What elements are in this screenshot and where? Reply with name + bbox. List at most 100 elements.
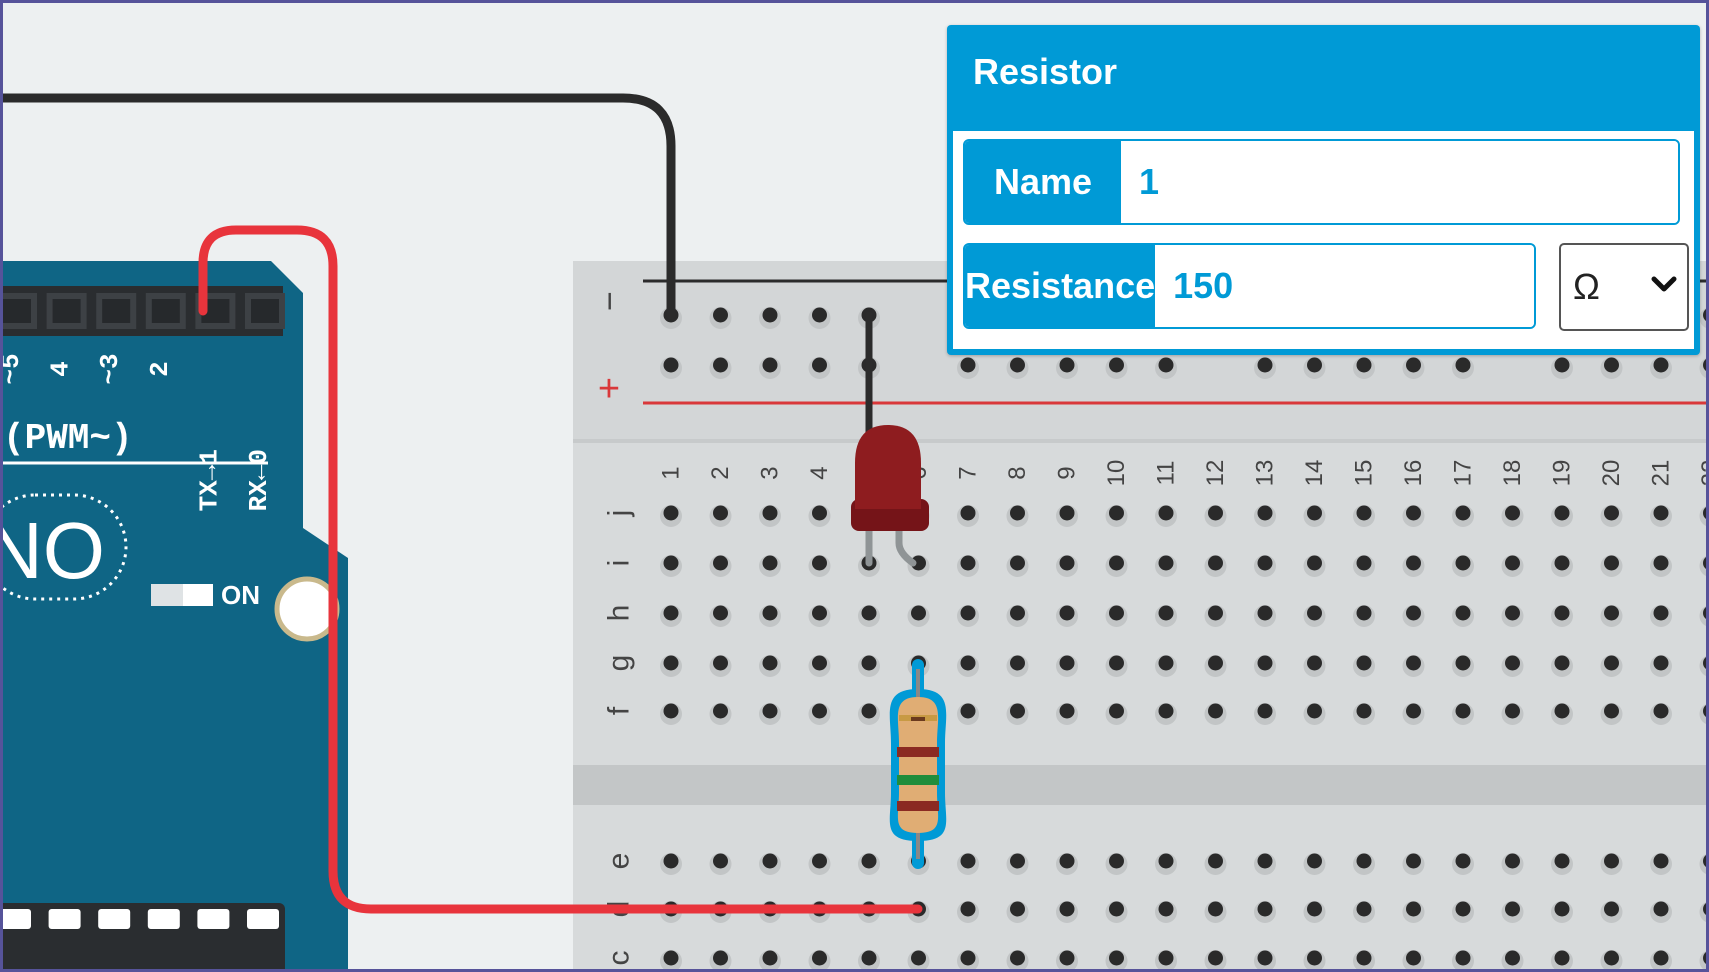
breadboard-hole[interactable] [1204, 505, 1227, 527]
breadboard-hole[interactable] [1551, 703, 1573, 725]
breadboard-hole[interactable] [1056, 703, 1078, 725]
breadboard-hole[interactable] [1650, 655, 1672, 677]
breadboard-hole[interactable] [1353, 505, 1375, 527]
breadboard-hole[interactable] [660, 703, 682, 725]
breadboard-hole[interactable] [1402, 703, 1425, 725]
breadboard-hole[interactable] [1402, 655, 1425, 677]
power-pin[interactable] [3, 909, 31, 929]
breadboard-hole[interactable] [1155, 505, 1177, 527]
breadboard-hole[interactable] [1254, 605, 1276, 627]
breadboard-hole[interactable] [1353, 853, 1375, 875]
breadboard-hole[interactable] [1056, 605, 1078, 627]
breadboard-hole[interactable] [1303, 555, 1326, 577]
breadboard-hole[interactable] [1600, 357, 1623, 379]
breadboard-hole[interactable] [759, 555, 781, 577]
breadboard-hole[interactable] [1452, 703, 1474, 725]
breadboard-hole[interactable] [1254, 901, 1276, 923]
breadboard-hole[interactable] [1402, 901, 1425, 923]
breadboard-hole[interactable] [1600, 655, 1623, 677]
header-pin[interactable] [3, 293, 37, 329]
breadboard-hole[interactable] [957, 555, 979, 577]
breadboard-hole[interactable] [1600, 605, 1623, 627]
power-pin[interactable] [147, 909, 180, 929]
breadboard-hole[interactable] [1006, 555, 1029, 577]
breadboard-hole[interactable] [1105, 703, 1128, 725]
breadboard-hole[interactable] [808, 703, 831, 725]
breadboard-hole[interactable] [1600, 505, 1623, 527]
breadboard-hole[interactable] [1650, 505, 1672, 527]
breadboard-hole[interactable] [1155, 703, 1177, 725]
breadboard-hole[interactable] [1303, 357, 1326, 379]
breadboard-hole[interactable] [1551, 555, 1573, 577]
breadboard-hole[interactable] [1056, 901, 1078, 923]
breadboard-hole[interactable] [1650, 357, 1672, 379]
breadboard-hole[interactable] [1650, 555, 1672, 577]
breadboard-hole[interactable] [1452, 357, 1474, 379]
breadboard-hole[interactable] [660, 555, 682, 577]
breadboard-hole[interactable] [1254, 655, 1276, 677]
breadboard-hole[interactable] [1650, 703, 1672, 725]
breadboard-hole[interactable] [1650, 901, 1672, 923]
breadboard-hole[interactable] [957, 505, 979, 527]
breadboard-hole[interactable] [660, 357, 682, 379]
breadboard-hole[interactable] [907, 605, 930, 627]
breadboard-hole[interactable] [1006, 505, 1029, 527]
breadboard-hole[interactable] [1452, 901, 1474, 923]
breadboard-hole[interactable] [957, 901, 979, 923]
breadboard-hole[interactable] [957, 853, 979, 875]
breadboard-hole[interactable] [957, 703, 979, 725]
breadboard-hole[interactable] [808, 655, 831, 677]
breadboard-hole[interactable] [709, 605, 732, 627]
breadboard-hole[interactable] [1105, 555, 1128, 577]
breadboard-hole[interactable] [1204, 605, 1227, 627]
breadboard-hole[interactable] [1204, 703, 1227, 725]
breadboard-hole[interactable] [1402, 555, 1425, 577]
breadboard-hole[interactable] [709, 357, 732, 379]
breadboard-hole[interactable] [1155, 605, 1177, 627]
breadboard-hole[interactable] [1353, 703, 1375, 725]
breadboard-hole[interactable] [808, 307, 831, 329]
breadboard-hole[interactable] [1551, 505, 1573, 527]
breadboard-hole[interactable] [1600, 703, 1623, 725]
breadboard-hole[interactable] [1204, 555, 1227, 577]
canvas-area[interactable]: − + 12345678910111213141516171819202122 … [3, 3, 1706, 969]
breadboard-hole[interactable] [709, 655, 732, 677]
breadboard-hole[interactable] [1006, 853, 1029, 875]
name-input[interactable] [1121, 141, 1678, 223]
resistance-input[interactable] [1155, 245, 1534, 327]
breadboard-hole[interactable] [1650, 605, 1672, 627]
breadboard-hole[interactable] [660, 655, 682, 677]
breadboard-hole[interactable] [1155, 655, 1177, 677]
breadboard-hole[interactable] [709, 853, 732, 875]
breadboard-hole[interactable] [1155, 853, 1177, 875]
breadboard-hole[interactable] [660, 853, 682, 875]
breadboard-hole[interactable] [1551, 655, 1573, 677]
breadboard-hole[interactable] [957, 357, 979, 379]
breadboard-hole[interactable] [709, 703, 732, 725]
breadboard-hole[interactable] [1452, 505, 1474, 527]
breadboard-hole[interactable] [1303, 505, 1326, 527]
breadboard-hole[interactable] [759, 605, 781, 627]
breadboard-hole[interactable] [1353, 901, 1375, 923]
breadboard-hole[interactable] [1155, 357, 1177, 379]
breadboard-hole[interactable] [1303, 901, 1326, 923]
breadboard-hole[interactable] [1650, 853, 1672, 875]
breadboard-hole[interactable] [1402, 357, 1425, 379]
breadboard-hole[interactable] [808, 853, 831, 875]
breadboard-hole[interactable] [1501, 605, 1524, 627]
breadboard-hole[interactable] [1006, 703, 1029, 725]
breadboard-hole[interactable] [709, 505, 732, 527]
breadboard-hole[interactable] [1353, 555, 1375, 577]
breadboard-hole[interactable] [808, 555, 831, 577]
power-pin[interactable] [48, 909, 81, 929]
header-pin[interactable] [46, 293, 87, 329]
breadboard-hole[interactable] [1006, 357, 1029, 379]
breadboard-hole[interactable] [1501, 703, 1524, 725]
breadboard-hole[interactable] [1303, 703, 1326, 725]
breadboard-hole[interactable] [1204, 655, 1227, 677]
unit-select[interactable]: Ω [1559, 243, 1689, 331]
header-pin[interactable] [96, 293, 137, 329]
breadboard-hole[interactable] [1254, 357, 1276, 379]
breadboard-hole[interactable] [709, 307, 732, 329]
power-pin[interactable] [247, 909, 279, 929]
